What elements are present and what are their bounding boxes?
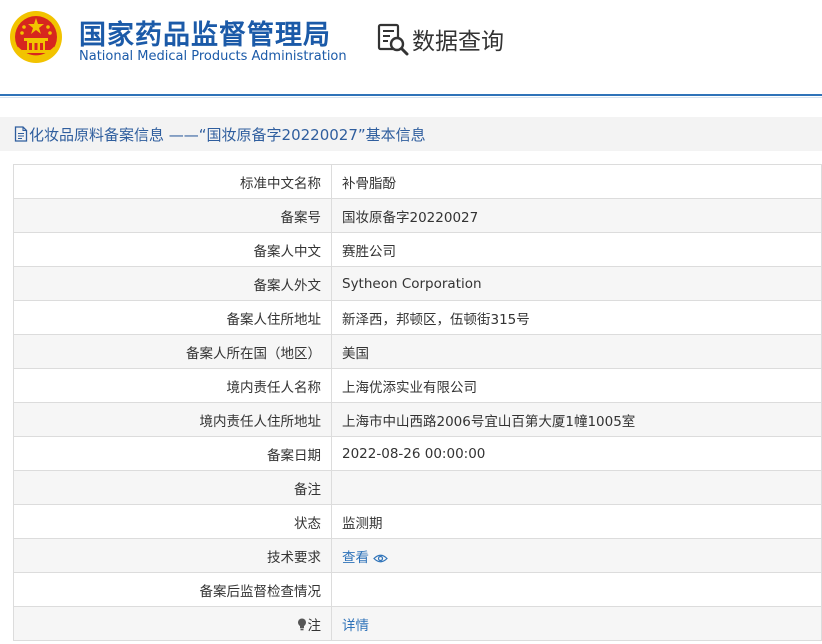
row-label: 备案人中文 [13,232,332,267]
agency-name-en: National Medical Products Administration [79,49,347,64]
note-label: 注 [307,617,322,634]
row-label: 标准中文名称 [13,164,332,199]
details-link[interactable]: 详情 [342,618,369,634]
row-label: 备注 [13,470,332,505]
view-link-label: 查看 [342,549,369,566]
row-label: 注 [13,606,332,641]
info-table: 标准中文名称 补骨脂酚 备案号 国妆原备字20220027 备案人中文 赛胜公司… [13,164,822,641]
national-emblem-icon [10,11,62,63]
table-row: 备案人住所地址 新泽西，邦顿区，伍顿街315号 [13,300,822,335]
row-value: 上海市中山西路2006号宜山百第大厦1幢1005室 [331,402,822,437]
header-divider [0,94,822,96]
document-icon [14,126,28,142]
table-row: 标准中文名称 补骨脂酚 [13,164,822,199]
section-title: 化妆品原料备案信息 ——“国妆原备字20220027”基本信息 [29,125,426,144]
table-row: 备案人中文 赛胜公司 [13,232,822,267]
table-row: 境内责任人名称 上海优添实业有限公司 [13,368,822,403]
table-row: 备注 [13,470,822,505]
row-value [331,470,822,505]
info-table-container: 标准中文名称 补骨脂酚 备案号 国妆原备字20220027 备案人中文 赛胜公司… [13,164,822,641]
eye-icon [373,554,388,562]
section-title-bar: 化妆品原料备案信息 ——“国妆原备字20220027”基本信息 [0,117,822,151]
row-value: 赛胜公司 [331,232,822,267]
row-value: 新泽西，邦顿区，伍顿街315号 [331,300,822,335]
row-value: Sytheon Corporation [331,266,822,301]
row-label: 备案后监督检查情况 [13,572,332,607]
data-query-label: 数据查询 [412,29,504,55]
table-row: 境内责任人住所地址 上海市中山西路2006号宜山百第大厦1幢1005室 [13,402,822,437]
row-value: 美国 [331,334,822,369]
table-row: 技术要求 查看 [13,538,822,573]
row-label: 境内责任人住所地址 [13,402,332,437]
row-value: 国妆原备字20220027 [331,198,822,233]
row-value: 监测期 [331,504,822,539]
data-query-link[interactable]: 数据查询 [376,22,504,56]
table-row: 备案后监督检查情况 [13,572,822,607]
row-label: 状态 [13,504,332,539]
table-row: 备案号 国妆原备字20220027 [13,198,822,233]
header-divider-shadow [0,97,822,98]
row-value: 详情 [331,606,822,641]
view-tech-requirements-link[interactable]: 查看 [342,550,388,566]
row-label: 备案人住所地址 [13,300,332,335]
row-label: 备案日期 [13,436,332,471]
row-label: 备案人外文 [13,266,332,301]
row-label: 备案号 [13,198,332,233]
site-header: 国家药品监督管理局 National Medical Products Admi… [0,0,822,92]
row-value: 查看 [331,538,822,573]
table-row: 备案人外文 Sytheon Corporation [13,266,822,301]
agency-name-cn: 国家药品监督管理局 [79,20,331,51]
table-row: 备案人所在国（地区） 美国 [13,334,822,369]
row-label: 备案人所在国（地区） [13,334,332,369]
table-row: 状态 监测期 [13,504,822,539]
row-value: 补骨脂酚 [331,164,822,199]
lightbulb-icon [297,618,306,630]
document-search-icon [377,23,409,56]
row-label: 技术要求 [13,538,332,573]
row-value: 上海优添实业有限公司 [331,368,822,403]
row-value: 2022-08-26 00:00:00 [331,436,822,471]
row-label: 境内责任人名称 [13,368,332,403]
table-row: 备案日期 2022-08-26 00:00:00 [13,436,822,471]
table-row: 注 详情 [13,606,822,641]
row-value [331,572,822,607]
